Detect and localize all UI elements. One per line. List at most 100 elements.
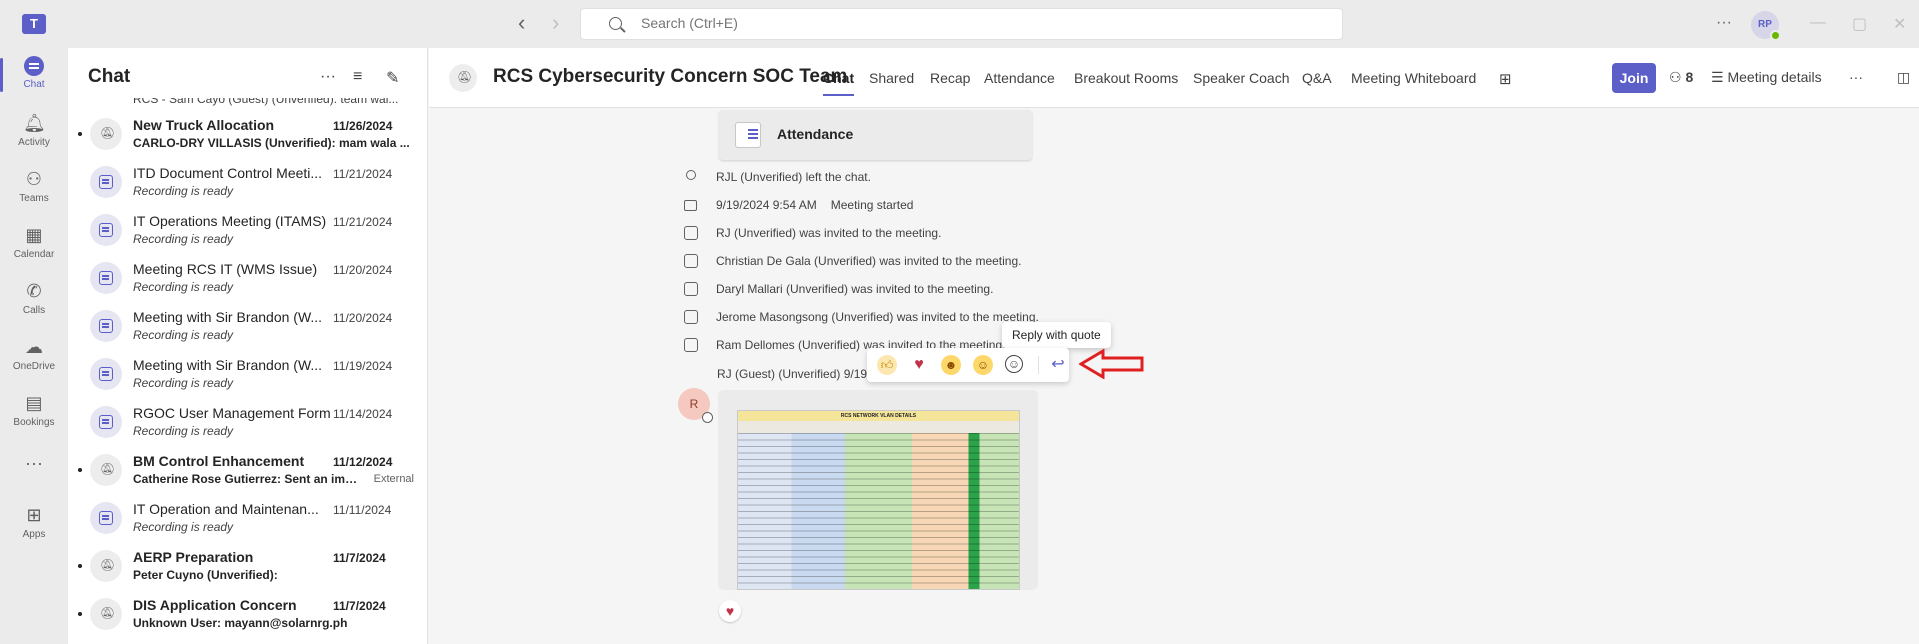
reply-with-quote-icon[interactable]: ↩	[1047, 354, 1069, 376]
more-apps-icon: ···	[25, 453, 43, 473]
participants-button[interactable]: ⚇ 8	[1669, 69, 1693, 86]
chat-item-it-operation-maintenance[interactable]: IT Operation and Maintenan... 11/11/2024 R…	[68, 494, 427, 542]
chat-item-itd-document-control[interactable]: ITD Document Control Meeti... 11/21/2024 R…	[68, 158, 427, 206]
app-bookings[interactable]: ▤ Bookings	[0, 384, 68, 440]
meeting-avatar	[90, 406, 122, 438]
chat-item-meeting-sir-brandon-2[interactable]: Meeting with Sir Brandon (W... 11/19/2024…	[68, 350, 427, 398]
user-avatar[interactable]: RP	[1751, 11, 1781, 41]
attendance-card[interactable]: Attendance	[719, 110, 1032, 160]
app-calls[interactable]: ✆ Calls	[0, 272, 68, 328]
group-avatar: 🔕︎	[449, 64, 477, 92]
invite-icon	[684, 310, 698, 324]
chat-item-meeting-sir-brandon-1[interactable]: Meeting with Sir Brandon (W... 11/20/2024…	[68, 302, 427, 350]
join-button[interactable]: Join	[1612, 63, 1656, 93]
app-activity[interactable]: 🔔︎ Activity	[0, 104, 68, 160]
muted-bell-icon: 🔕︎	[100, 462, 116, 476]
tab-breakout-rooms[interactable]: Breakout Rooms	[1074, 70, 1178, 86]
meeting-icon	[99, 511, 113, 525]
back-arrow-icon[interactable]: ‹	[518, 12, 525, 34]
more-options-icon[interactable]: ···	[1716, 14, 1732, 32]
chat-list-pane: Chat ··· ≡ ✎ RCS - Sam Cayo (Guest) (Unv…	[68, 48, 428, 644]
meeting-avatar	[90, 214, 122, 246]
tab-qa[interactable]: Q&A	[1302, 70, 1332, 86]
app-teams[interactable]: ⚇ Teams	[0, 160, 68, 216]
chat-item-it-operations-meeting[interactable]: IT Operations Meeting (ITAMS) 11/21/2024 R…	[68, 206, 427, 254]
side-panel-icon[interactable]: ◫	[1897, 69, 1910, 86]
search-input[interactable]	[641, 15, 1241, 31]
tab-recap[interactable]: Recap	[930, 70, 970, 86]
chat-avatar: 🔕︎	[90, 550, 122, 582]
message-reaction-bar: 👍︎ ♥ ☻ ☺ ☺ ↩	[867, 348, 1069, 382]
meeting-avatar	[90, 358, 122, 390]
muted-bell-icon: 🔕︎	[457, 70, 473, 84]
chat-icon	[24, 56, 44, 76]
partial-chat-item[interactable]: RCS - Sam Cayo (Guest) (Unverified): tea…	[133, 98, 418, 106]
image-table-grid	[738, 433, 1019, 589]
like-emoji-icon[interactable]: 👍︎	[877, 355, 897, 375]
people-icon: ⚇	[1669, 69, 1682, 85]
search-icon	[609, 17, 622, 30]
close-icon[interactable]: ✕	[1893, 14, 1906, 34]
teams-logo-icon: T	[22, 14, 46, 34]
chat-item-aerp-preparation[interactable]: 🔕︎ AERP Preparation 11/7/2024 Peter Cuyno (…	[68, 542, 427, 590]
tab-chat[interactable]: Chat	[823, 70, 855, 96]
video-icon	[684, 200, 697, 211]
meeting-icon	[99, 271, 113, 285]
chat-item-meeting-rcs-it[interactable]: Meeting RCS IT (WMS Issue) 11/20/2024 Reco…	[68, 254, 427, 302]
bookings-icon: ▤	[25, 393, 43, 413]
add-apps-icon: ⊞	[26, 505, 42, 525]
more-options-icon[interactable]: ···	[320, 68, 336, 86]
red-arrow-annotation-icon	[1079, 349, 1144, 379]
heart-emoji-icon[interactable]: ♥	[719, 600, 741, 622]
meeting-details-button[interactable]: ☰ Meeting details	[1711, 69, 1822, 86]
surprised-emoji-icon[interactable]: ☺	[973, 355, 993, 375]
add-reaction-icon[interactable]: ☺	[1005, 355, 1023, 373]
more-apps[interactable]: ···	[0, 444, 68, 474]
search-box[interactable]	[580, 8, 1343, 40]
app-apps[interactable]: ⊞ Apps	[0, 496, 68, 552]
unread-dot	[78, 612, 82, 616]
chat-avatar: 🔕︎	[90, 454, 122, 486]
chat-avatar: 🔕︎	[90, 118, 122, 150]
chat-header: 🔕︎ RCS Cybersecurity Concern SOC Team Ch…	[429, 48, 1919, 108]
forward-arrow-icon[interactable]: ›	[552, 12, 559, 34]
chat-item-new-truck-allocation[interactable]: 🔕︎ New Truck Allocation 11/26/2024 CARLO-DR…	[68, 110, 427, 158]
minimize-icon[interactable]: —	[1810, 14, 1826, 32]
title-bar: T ‹ › ··· RP — ▢ ✕	[0, 0, 1919, 48]
meeting-avatar	[90, 502, 122, 534]
meeting-icon	[99, 415, 113, 429]
app-onedrive[interactable]: ☁ OneDrive	[0, 328, 68, 384]
reply-with-quote-tooltip: Reply with quote	[1002, 322, 1111, 348]
message-sender: RJ (Guest) (Unverified) 9/19	[717, 367, 868, 381]
filter-icon[interactable]: ≡	[353, 68, 362, 86]
attendance-report-icon	[735, 122, 761, 148]
tab-speaker-coach[interactable]: Speaker Coach	[1193, 70, 1290, 86]
bell-icon: 🔔︎	[23, 113, 46, 133]
teams-icon: ⚇	[25, 169, 43, 189]
laugh-emoji-icon[interactable]: ☻	[941, 355, 961, 375]
add-tab-icon[interactable]: ⊞	[1499, 70, 1512, 88]
image-header-row	[738, 421, 1019, 433]
tab-meeting-whiteboard[interactable]: Meeting Whiteboard	[1351, 70, 1476, 86]
vlan-details-image[interactable]: RCS NETWORK VLAN DETAILS	[737, 410, 1020, 590]
meeting-icon	[99, 223, 113, 237]
person-left-icon	[686, 170, 696, 180]
meeting-avatar	[90, 166, 122, 198]
chat-item-dis-application-concern[interactable]: 🔕︎ DIS Application Concern 11/7/2024 Unknow…	[68, 590, 427, 638]
app-chat[interactable]: Chat	[0, 48, 68, 104]
new-chat-icon[interactable]: ✎	[386, 68, 399, 88]
maximize-icon[interactable]: ▢	[1852, 14, 1867, 34]
more-options-icon[interactable]: ···	[1849, 69, 1863, 85]
tab-attendance[interactable]: Attendance	[984, 70, 1055, 86]
app-calendar[interactable]: ▦ Calendar	[0, 216, 68, 272]
sender-avatar[interactable]: R	[678, 388, 713, 423]
page-title: RCS Cybersecurity Concern SOC Team	[493, 66, 848, 87]
meeting-icon	[99, 319, 113, 333]
tab-shared[interactable]: Shared	[869, 70, 914, 86]
chat-item-bm-control-enhancement[interactable]: 🔕︎ BM Control Enhancement 11/12/2024 Cather…	[68, 446, 427, 494]
heart-emoji-icon[interactable]: ♥	[909, 355, 929, 375]
message-bubble[interactable]: RCS NETWORK VLAN DETAILS	[718, 390, 1038, 590]
invite-icon	[684, 254, 698, 268]
invite-icon	[684, 338, 698, 352]
chat-item-rgoc-user-management[interactable]: RGOC User Management Form 11/14/2024 Recor…	[68, 398, 427, 446]
